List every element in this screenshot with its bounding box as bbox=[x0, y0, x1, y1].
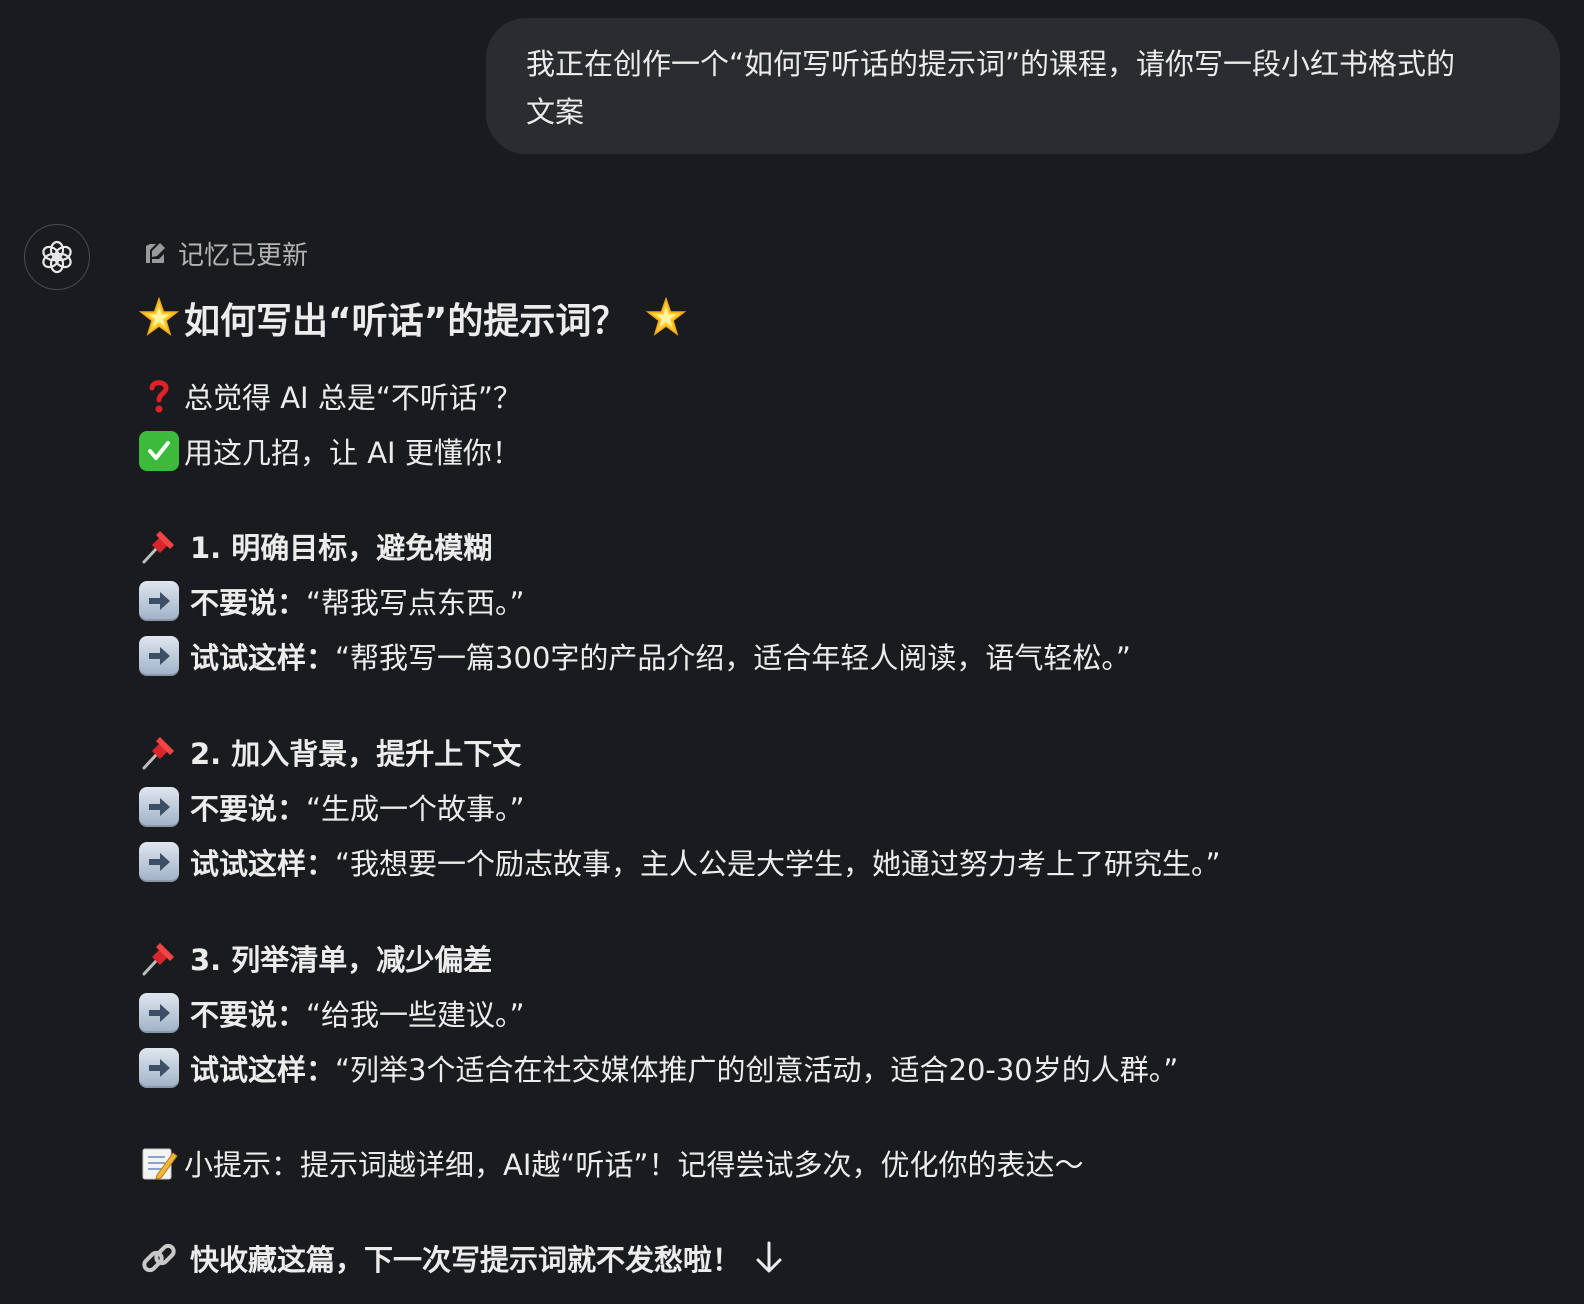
tip-heading: 3. 列举清单，减少偏差 bbox=[190, 943, 493, 977]
tip-dont-line: 不要说： “帮我写点东西。” bbox=[138, 579, 525, 623]
tip-try-line: 试试这样： “列举3个适合在社交媒体推广的创意活动，适合20-30岁的人群。” bbox=[138, 1046, 1178, 1090]
pushpin-icon bbox=[138, 731, 180, 773]
intro-question-line: 总觉得 AI 总是“不听话”？ bbox=[138, 374, 522, 418]
memo-icon bbox=[138, 1142, 180, 1184]
tip-dont-label: 不要说： bbox=[190, 792, 307, 826]
user-message-line-2: 文案 bbox=[526, 95, 585, 129]
tip-heading: 2. 加入背景，提升上下文 bbox=[190, 737, 522, 771]
response-title: 如何写出“听话”的提示词？ bbox=[184, 301, 628, 342]
tip-heading: 1. 明确目标，避免模糊 bbox=[190, 531, 493, 565]
tip-heading-line: 2. 加入背景，提升上下文 bbox=[138, 730, 521, 774]
right-arrow-icon bbox=[138, 992, 180, 1034]
scroll-down-arrow-icon[interactable] bbox=[755, 1240, 783, 1276]
intro-check-line: 用这几招，让 AI 更懂你！ bbox=[138, 429, 521, 473]
tip-dont-label: 不要说： bbox=[190, 998, 307, 1032]
right-arrow-icon bbox=[138, 580, 180, 622]
intro-check-text: 用这几招，让 AI 更懂你！ bbox=[184, 436, 521, 470]
memory-updated-status[interactable]: 记忆已更新 bbox=[142, 234, 308, 272]
glowing-star-icon bbox=[138, 297, 180, 339]
right-arrow-icon bbox=[138, 841, 180, 883]
user-message-bubble: 我正在创作一个“如何写听话的提示词”的课程，请你写一段小红书格式的 文案 bbox=[486, 18, 1560, 154]
right-arrow-icon bbox=[138, 1047, 180, 1089]
memo-tip-text: 小提示：提示词越详细，AI越“听话”！记得尝试多次，优化你的表达～ bbox=[184, 1148, 1084, 1182]
tip-dont-text: “给我一些建议。” bbox=[306, 998, 525, 1032]
response-title-line: 如何写出“听话”的提示词？ bbox=[138, 292, 697, 344]
closing-line: 快收藏这篇，下一次写提示词就不发愁啦！ bbox=[138, 1236, 783, 1280]
intro-question-text: 总觉得 AI 总是“不听话”？ bbox=[184, 381, 522, 415]
check-mark-button-icon bbox=[138, 430, 180, 472]
tip-dont-label: 不要说： bbox=[190, 586, 307, 620]
tip-dont-text: “帮我写点东西。” bbox=[306, 586, 525, 620]
closing-text: 快收藏这篇，下一次写提示词就不发愁啦！ bbox=[190, 1243, 742, 1277]
tip-try-text: “帮我写一篇300字的产品介绍，适合年轻人阅读，语气轻松。” bbox=[335, 641, 1131, 675]
tip-try-text: “我想要一个励志故事，主人公是大学生，她通过努力考上了研究生。” bbox=[335, 847, 1221, 881]
tip-try-text: “列举3个适合在社交媒体推广的创意活动，适合20-30岁的人群。” bbox=[335, 1053, 1179, 1087]
pushpin-icon bbox=[138, 525, 180, 567]
right-arrow-icon bbox=[138, 786, 180, 828]
tip-dont-line: 不要说： “给我一些建议。” bbox=[138, 991, 525, 1035]
assistant-avatar bbox=[24, 224, 90, 290]
tip-try-line: 试试这样： “我想要一个励志故事，主人公是大学生，她通过努力考上了研究生。” bbox=[138, 840, 1221, 884]
tip-dont-text: “生成一个故事。” bbox=[306, 792, 525, 826]
red-question-mark-icon bbox=[138, 375, 180, 417]
tip-dont-line: 不要说： “生成一个故事。” bbox=[138, 785, 525, 829]
memo-tip-line: 小提示：提示词越详细，AI越“听话”！记得尝试多次，优化你的表达～ bbox=[138, 1141, 1083, 1185]
pushpin-icon bbox=[138, 937, 180, 979]
tip-try-label: 试试这样： bbox=[190, 641, 336, 675]
tip-heading-line: 3. 列举清单，减少偏差 bbox=[138, 936, 492, 980]
link-icon bbox=[138, 1237, 180, 1279]
memory-edit-icon bbox=[146, 243, 165, 263]
glowing-star-icon bbox=[645, 297, 687, 339]
tip-try-label: 试试这样： bbox=[190, 1053, 336, 1087]
openai-logo-icon bbox=[42, 240, 72, 274]
right-arrow-icon bbox=[138, 635, 180, 677]
user-message-line-1: 我正在创作一个“如何写听话的提示词”的课程，请你写一段小红书格式的 bbox=[526, 47, 1456, 81]
tip-heading-line: 1. 明确目标，避免模糊 bbox=[138, 524, 492, 568]
tip-try-line: 试试这样： “帮我写一篇300字的产品介绍，适合年轻人阅读，语气轻松。” bbox=[138, 634, 1131, 678]
tip-try-label: 试试这样： bbox=[190, 847, 336, 881]
memory-updated-label: 记忆已更新 bbox=[178, 240, 309, 271]
